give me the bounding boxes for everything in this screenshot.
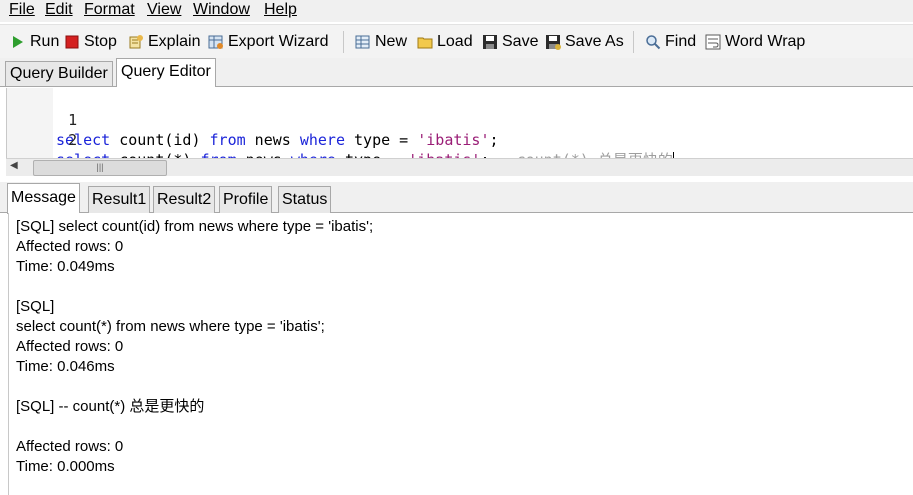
magnifier-icon: [646, 35, 661, 50]
message-line: Time: 0.046ms: [16, 358, 115, 375]
message-line: Affected rows: 0: [16, 238, 124, 255]
menu-bar: File Edit Format View Window Help: [0, 0, 913, 22]
keyword: where: [299, 131, 345, 149]
menu-view-label: View: [147, 1, 182, 18]
new-button[interactable]: New: [355, 25, 407, 59]
floppy-save-as-icon: [546, 35, 561, 50]
export-wizard-label: Export Wizard: [228, 33, 329, 50]
save-as-label: Save As: [565, 33, 624, 50]
save-button[interactable]: Save: [482, 25, 538, 59]
tab-query-editor[interactable]: Query Editor: [116, 58, 216, 87]
tab-result2[interactable]: Result2: [153, 186, 216, 213]
scroll-left-arrow-icon[interactable]: ◀: [10, 160, 18, 171]
tab-status[interactable]: Status: [278, 186, 332, 213]
tab-query-builder[interactable]: Query Builder: [5, 61, 113, 86]
code-fragment: ;: [489, 131, 499, 149]
menu-format-label: Format: [84, 1, 135, 18]
load-button[interactable]: Load: [417, 25, 473, 59]
sql-editor[interactable]: 1 select count(id) from news where type …: [6, 88, 913, 169]
explain-label: Explain: [148, 33, 201, 50]
menu-help[interactable]: Help: [264, 0, 297, 22]
word-wrap-label: Word Wrap: [725, 33, 806, 50]
result-tabs: Message Result1 Result2 Profile Status: [0, 182, 913, 214]
explain-button[interactable]: Explain: [128, 25, 200, 59]
new-query-icon: [355, 35, 370, 49]
explain-icon: [129, 35, 143, 49]
code-line: 1 select count(id) from news where type …: [7, 90, 913, 149]
menu-help-label: Help: [264, 1, 297, 18]
code-line: 2 select count(*) from news where type =…: [7, 110, 913, 169]
string-literal: 'ibatis': [417, 131, 490, 149]
toolbar: Run Stop Explain Export Wizard New Load …: [0, 24, 913, 59]
find-button[interactable]: Find: [645, 25, 696, 59]
save-as-button[interactable]: Save As: [545, 25, 624, 59]
export-wizard-icon: [208, 35, 223, 49]
menu-view[interactable]: View: [147, 0, 181, 22]
message-line: Time: 0.049ms: [16, 258, 115, 275]
run-label: Run: [30, 33, 60, 50]
tab-result1[interactable]: Result1: [88, 186, 151, 213]
menu-window[interactable]: Window: [193, 0, 250, 22]
menu-edit-label: Edit: [45, 1, 73, 18]
menu-edit[interactable]: Edit: [45, 0, 73, 22]
query-tabs: Query Builder Query Editor: [0, 58, 913, 87]
toolbar-separator: [633, 31, 634, 53]
code-text: select count(id) from news where type = …: [56, 130, 499, 150]
load-label: Load: [437, 33, 473, 50]
floppy-icon: [483, 35, 497, 49]
message-line: Time: 0.000ms: [16, 458, 115, 475]
menu-file-label: File: [9, 1, 35, 18]
tab-message[interactable]: Message: [7, 183, 80, 214]
editor-horizontal-scrollbar[interactable]: ◀ |||: [6, 158, 913, 176]
play-icon: [13, 36, 23, 48]
code-fragment: type =: [345, 131, 418, 149]
stop-button[interactable]: Stop: [64, 25, 117, 59]
message-line: [SQL]: [16, 298, 55, 315]
word-wrap-button[interactable]: Word Wrap: [705, 25, 805, 59]
tab-profile[interactable]: Profile: [219, 186, 273, 213]
message-line: select count(*) from news where type = '…: [16, 318, 325, 335]
export-wizard-button[interactable]: Export Wizard: [208, 25, 328, 59]
code-fragment: news: [245, 131, 300, 149]
folder-icon: [417, 37, 433, 49]
menu-file[interactable]: File: [9, 0, 35, 22]
menu-window-label: Window: [193, 1, 250, 18]
word-wrap-icon: [705, 34, 721, 50]
message-line: Affected rows: 0: [16, 438, 124, 455]
keyword: from: [209, 131, 246, 149]
scrollbar-thumb[interactable]: |||: [33, 160, 167, 176]
message-line: [SQL] select count(id) from news where t…: [16, 218, 374, 235]
message-line: Affected rows: 0: [16, 338, 124, 355]
save-label: Save: [502, 33, 539, 50]
menu-format[interactable]: Format: [84, 0, 135, 22]
stop-label: Stop: [84, 33, 117, 50]
find-label: Find: [665, 33, 697, 50]
toolbar-separator: [343, 31, 344, 53]
message-output: [SQL] select count(id) from news where t…: [8, 213, 913, 495]
new-label: New: [375, 33, 408, 50]
stop-icon: [65, 35, 79, 49]
line-number: 2: [68, 131, 78, 149]
message-line: [SQL] -- count(*) 总是更快的: [16, 398, 205, 415]
code-fragment: count(id): [110, 131, 210, 149]
run-button[interactable]: Run: [10, 25, 59, 59]
